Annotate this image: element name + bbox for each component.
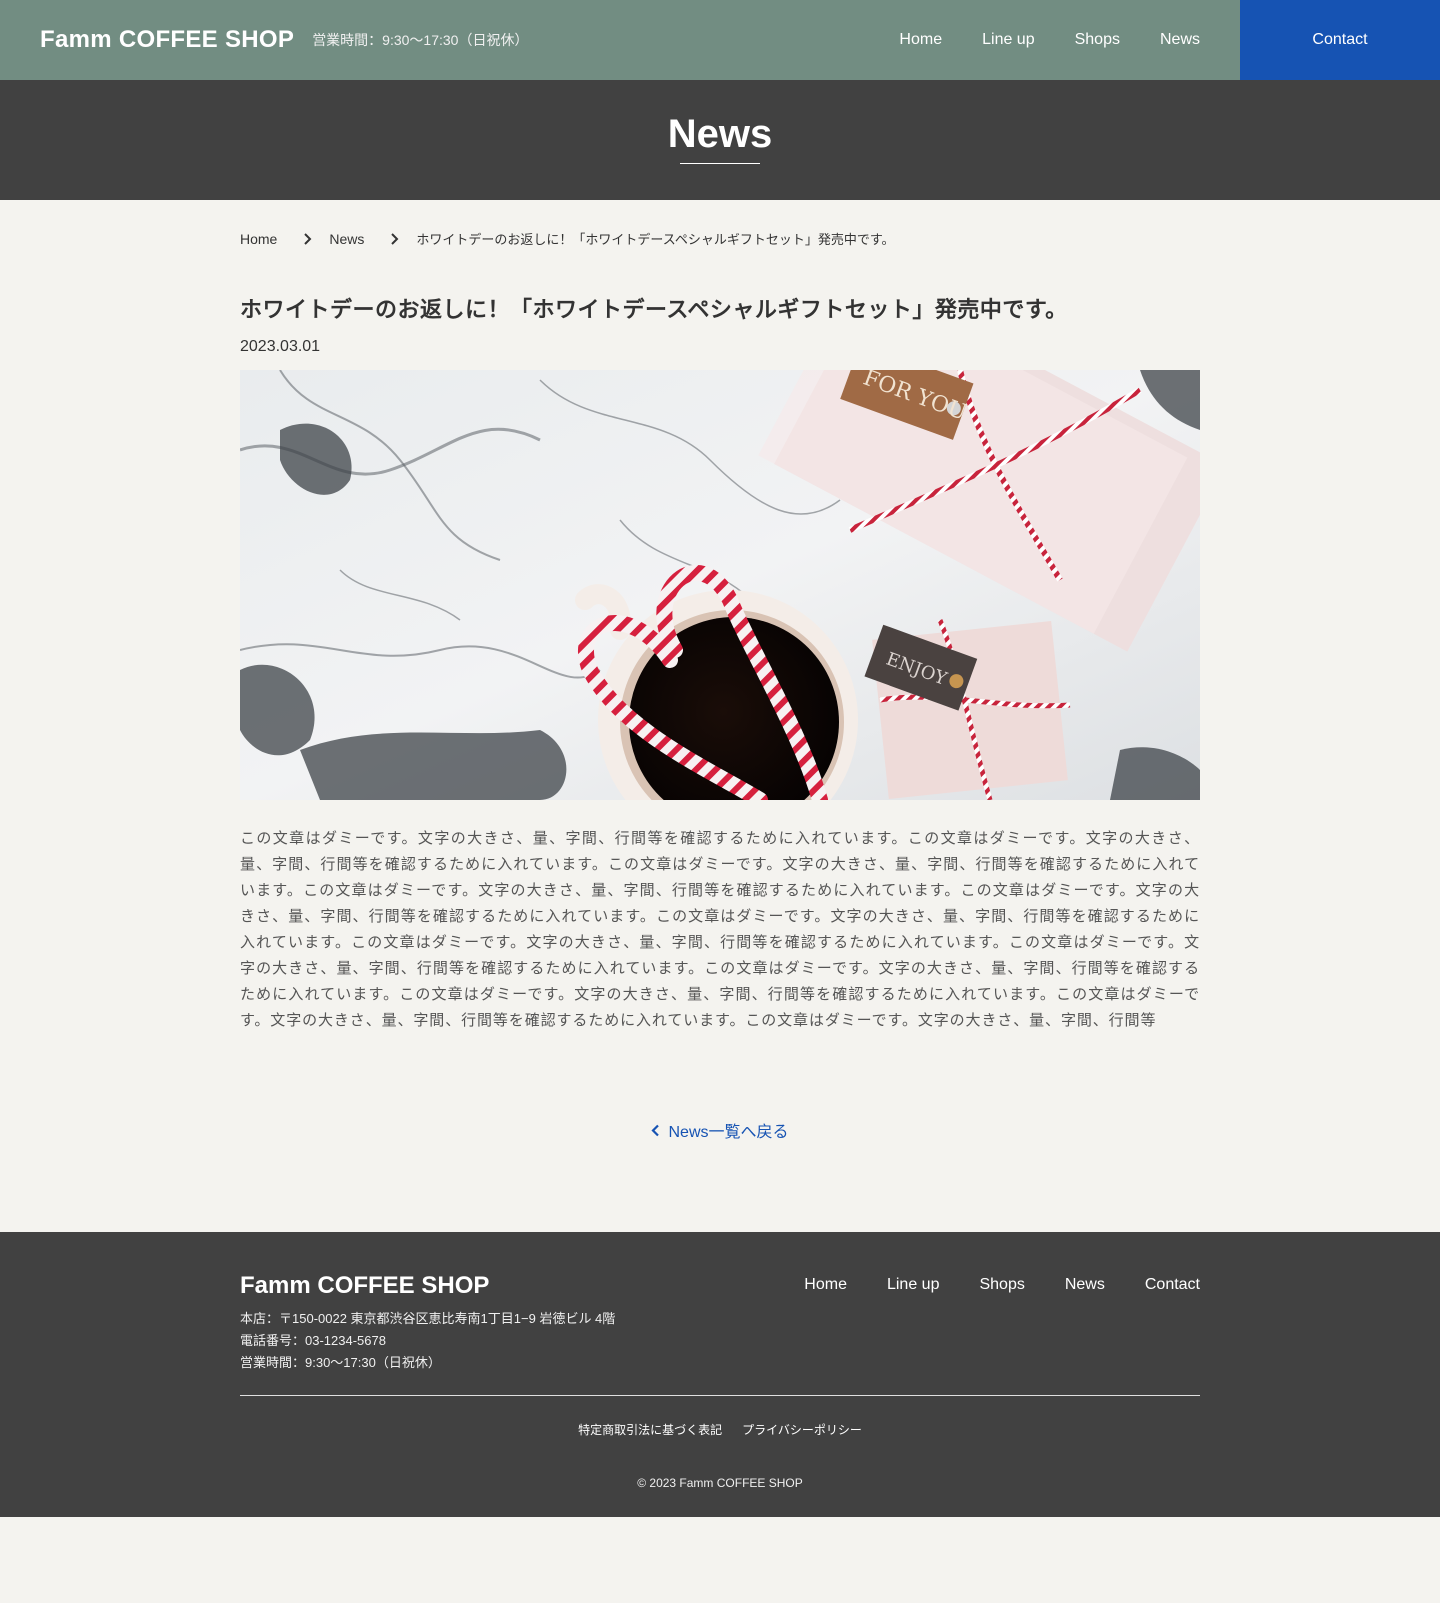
footer-nav-contact[interactable]: Contact (1145, 1276, 1200, 1294)
site-logo[interactable]: Famm COFFEE SHOP (40, 26, 294, 54)
article-date: 2023.03.01 (240, 338, 321, 355)
chevron-left-icon (651, 1124, 660, 1136)
footer-nav: Home Line up Shops News Contact (764, 1276, 1200, 1294)
legal-link-tokushoho[interactable]: 特定商取引法に基づく表記 (578, 1421, 722, 1438)
breadcrumb: Home News ホワイトデーのお返しに！「ホワイトデースペシャルギフトセット… (240, 200, 1200, 248)
main-nav: Home Line up Shops News (859, 0, 1200, 80)
footer-nav-shops[interactable]: Shops (979, 1276, 1024, 1294)
chevron-right-icon (297, 232, 317, 246)
footer-hours: 営業時間：9:30〜17:30（日祝休） (240, 1355, 441, 1370)
nav-shops[interactable]: Shops (1075, 31, 1120, 49)
page-title-band: News (0, 80, 1440, 200)
footer-nav-home[interactable]: Home (804, 1276, 847, 1294)
breadcrumb-news[interactable]: News (329, 231, 364, 247)
nav-home[interactable]: Home (899, 31, 942, 49)
chevron-right-icon (384, 232, 404, 246)
footer-top: Famm COFFEE SHOP 本店：〒150-0022 東京都渋谷区恵比寿南… (240, 1272, 1200, 1396)
breadcrumb-home[interactable]: Home (240, 231, 277, 247)
legal-link-privacy[interactable]: プライバシーポリシー (742, 1421, 862, 1438)
nav-line-up[interactable]: Line up (982, 31, 1035, 49)
site-footer: Famm COFFEE SHOP 本店：〒150-0022 東京都渋谷区恵比寿南… (0, 1232, 1440, 1517)
footer-nav-line-up[interactable]: Line up (887, 1276, 940, 1294)
article-container: Home News ホワイトデーのお返しに！「ホワイトデースペシャルギフトセット… (240, 200, 1200, 1142)
article-title: ホワイトデーのお返しに！「ホワイトデースペシャルギフトセット」発売中です。 (240, 297, 1068, 322)
footer-nav-news[interactable]: News (1065, 1276, 1105, 1294)
article-hero-image: FOR YOU ENJOY (240, 370, 1200, 800)
footer-address: 本店：〒150-0022 東京都渋谷区恵比寿南1丁目1−9 岩徳ビル 4階 (240, 1311, 616, 1326)
copyright: © 2023 Famm COFFEE SHOP (637, 1476, 803, 1490)
site-header: Famm COFFEE SHOP 営業時間：9:30〜17:30（日祝休） Ho… (0, 0, 1440, 80)
legal-links: 特定商取引法に基づく表記 プライバシーポリシー (240, 1421, 1200, 1438)
footer-phone: 電話番号：03-1234-5678 (240, 1333, 386, 1348)
back-link-wrap: News一覧へ戻る (240, 1118, 1200, 1142)
footer-info: 本店：〒150-0022 東京都渋谷区恵比寿南1丁目1−9 岩徳ビル 4階 電話… (240, 1308, 615, 1374)
page-title: News (667, 112, 773, 156)
breadcrumb-current: ホワイトデーのお返しに！「ホワイトデースペシャルギフトセット」発売中です。 (416, 232, 895, 247)
business-hours: 営業時間：9:30〜17:30（日祝休） (312, 32, 529, 48)
nav-news[interactable]: News (1160, 31, 1200, 49)
back-link-label: News一覧へ戻る (668, 1124, 789, 1141)
footer-logo[interactable]: Famm COFFEE SHOP (240, 1272, 615, 1300)
article-body: この文章はダミーです。文字の大きさ、量、字間、行間等を確認するために入れています… (240, 830, 1200, 1029)
title-underline (680, 163, 760, 164)
back-to-news-link[interactable]: News一覧へ戻る (651, 1118, 789, 1142)
contact-button[interactable]: Contact (1240, 0, 1440, 80)
